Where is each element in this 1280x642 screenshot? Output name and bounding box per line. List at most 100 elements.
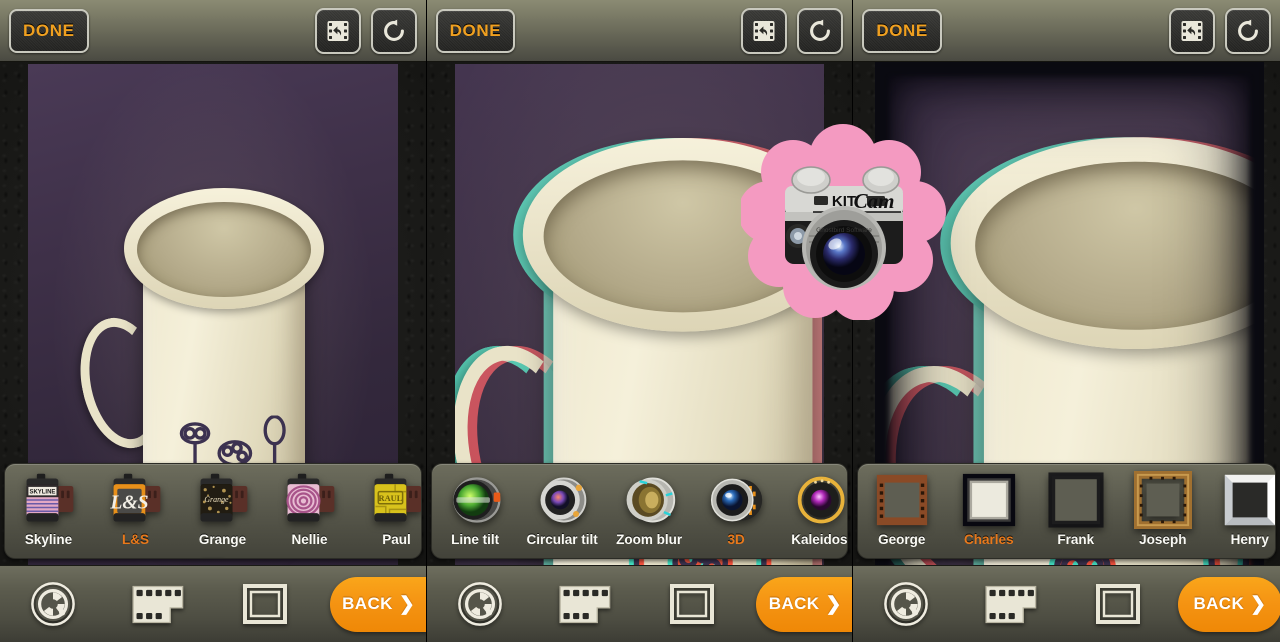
film-item-paul[interactable]: RAUL Paul <box>353 464 422 558</box>
rotate-reset-icon <box>381 18 407 44</box>
film-label-grange: Grange <box>198 532 247 547</box>
toolbar-frame: DONE <box>853 0 1280 62</box>
rotate-reset-icon <box>807 18 833 44</box>
filmstrip-icon <box>132 583 186 626</box>
back-label: BACK <box>1193 594 1245 613</box>
filmstrip-icon <box>559 583 613 626</box>
frame-item-henry[interactable]: Henry <box>1206 464 1275 558</box>
frame-item-frank[interactable]: Frank <box>1032 464 1119 558</box>
back-button[interactable]: BACK ❯ <box>756 576 853 632</box>
frame-label-charles: Charles <box>964 532 1014 547</box>
mug-interior <box>543 160 822 313</box>
strip-pointer <box>202 558 224 559</box>
picture-frame-icon <box>243 584 287 624</box>
back-button[interactable]: BACK ❯ <box>329 576 426 632</box>
svg-text:RAUL: RAUL <box>378 494 402 503</box>
navbar-film: BACK ❯ <box>0 565 426 642</box>
lens-item-kaleidoscope[interactable]: Kaleidosc <box>780 464 848 558</box>
film-canister-nellie-icon <box>279 469 341 531</box>
film-canister-paul-icon: RAUL <box>366 469 422 531</box>
nav-film-button[interactable] <box>959 566 1065 642</box>
lens-label-zoom-blur: Zoom blur <box>616 532 683 547</box>
frame-strip-zone: George Charles Frank Joseph Henry <box>853 460 1280 565</box>
done-button[interactable]: DONE <box>435 8 516 53</box>
strip-pointer <box>1056 558 1078 559</box>
strip-pointer <box>628 558 650 559</box>
aperture-lens-icon <box>457 581 503 627</box>
done-button[interactable]: DONE <box>862 8 942 53</box>
chevron-right-icon: ❯ <box>825 593 842 615</box>
lens-zoom-blur-icon <box>618 469 680 531</box>
reset-button[interactable] <box>370 7 417 54</box>
aperture-lens-icon <box>30 581 76 627</box>
film-undo-button[interactable] <box>1168 7 1215 54</box>
done-label: DONE <box>449 20 502 40</box>
frame-george-icon <box>871 469 933 531</box>
film-canister-grange-icon: Grange <box>192 469 254 531</box>
frame-charles-icon <box>958 469 1020 531</box>
svg-text:SKYLINE: SKYLINE <box>29 489 55 495</box>
editor-panels: DONE SKYLINE Skyline L&S L&S Grange Gran… <box>0 0 1280 642</box>
nav-frame-button[interactable] <box>639 566 745 642</box>
mug-interior <box>137 202 312 298</box>
reset-button[interactable] <box>797 7 844 54</box>
film-undo-icon <box>751 18 777 44</box>
svg-text:L&S: L&S <box>109 491 148 513</box>
lens-3d-icon <box>705 469 767 531</box>
nav-frame-button[interactable] <box>1065 566 1171 642</box>
nav-film-button[interactable] <box>533 566 639 642</box>
reset-button[interactable] <box>1224 7 1271 54</box>
back-button[interactable]: BACK ❯ <box>1177 576 1280 632</box>
frame-item-george[interactable]: George <box>858 464 945 558</box>
film-item-ls[interactable]: L&S L&S <box>92 464 179 558</box>
film-label-skyline: Skyline <box>24 532 73 547</box>
film-item-grange[interactable]: Grange Grange <box>179 464 266 558</box>
nav-lens-button[interactable] <box>853 566 959 642</box>
panel-lens: DONE Line tilt Circular tilt Zoom blur 3… <box>426 0 854 642</box>
lens-item-line-tilt[interactable]: Line tilt <box>432 464 519 558</box>
back-label: BACK <box>768 594 820 613</box>
lens-item-zoom-blur[interactable]: Zoom blur <box>606 464 693 558</box>
lens-strip-zone: Line tilt Circular tilt Zoom blur 3D Kal… <box>427 460 853 565</box>
film-undo-button[interactable] <box>741 7 788 54</box>
aperture-lens-icon <box>883 581 929 627</box>
film-filter-strip[interactable]: SKYLINE Skyline L&S L&S Grange Grange Ne… <box>4 463 422 559</box>
picture-frame-icon <box>1096 584 1140 624</box>
toolbar-lens: DONE <box>426 0 853 62</box>
lens-label-line-tilt: Line tilt <box>451 532 500 547</box>
svg-text:Grange: Grange <box>204 495 229 504</box>
lens-label-kaleidoscope: Kaleidosc <box>791 532 848 547</box>
frame-joseph-icon <box>1132 469 1194 531</box>
film-label-ls: L&S <box>122 532 149 547</box>
film-undo-button[interactable] <box>314 7 361 54</box>
frame-item-charles[interactable]: Charles <box>945 464 1032 558</box>
film-canister-skyline-icon: SKYLINE <box>18 469 80 531</box>
lens-kaleidoscope-icon <box>792 469 847 531</box>
rotate-reset-icon <box>1235 18 1261 44</box>
film-label-nellie: Nellie <box>291 532 328 547</box>
film-item-nellie[interactable]: Nellie <box>266 464 353 558</box>
nav-lens-button[interactable] <box>0 566 106 642</box>
frame-label-henry: Henry <box>1230 532 1269 547</box>
done-button[interactable]: DONE <box>9 8 89 53</box>
lens-item-3d[interactable]: 3D <box>693 464 780 558</box>
kitcam-editor-screen: DONE SKYLINE Skyline L&S L&S Grange Gran… <box>0 0 1280 642</box>
filmstrip-icon <box>985 583 1039 626</box>
lens-item-circular-tilt[interactable]: Circular tilt <box>519 464 606 558</box>
frame-henry-icon <box>1219 469 1275 531</box>
navbar-lens: BACK ❯ <box>426 565 853 642</box>
nav-lens-button[interactable] <box>427 566 533 642</box>
film-strip-zone: SKYLINE Skyline L&S L&S Grange Grange Ne… <box>0 460 426 565</box>
film-label-paul: Paul <box>382 532 411 547</box>
toolbar-film: DONE <box>0 0 426 62</box>
lens-filter-strip[interactable]: Line tilt Circular tilt Zoom blur 3D Kal… <box>430 463 849 559</box>
frame-filter-strip[interactable]: George Charles Frank Joseph Henry <box>857 463 1276 559</box>
chevron-right-icon: ❯ <box>398 593 416 615</box>
nav-frame-button[interactable] <box>212 566 318 642</box>
panel-film: DONE SKYLINE Skyline L&S L&S Grange Gran… <box>0 0 427 642</box>
nav-film-button[interactable] <box>106 566 212 642</box>
film-undo-icon <box>325 18 351 44</box>
film-item-skyline[interactable]: SKYLINE Skyline <box>5 464 92 558</box>
frame-item-joseph[interactable]: Joseph <box>1119 464 1206 558</box>
navbar-frame: BACK ❯ <box>853 565 1280 642</box>
